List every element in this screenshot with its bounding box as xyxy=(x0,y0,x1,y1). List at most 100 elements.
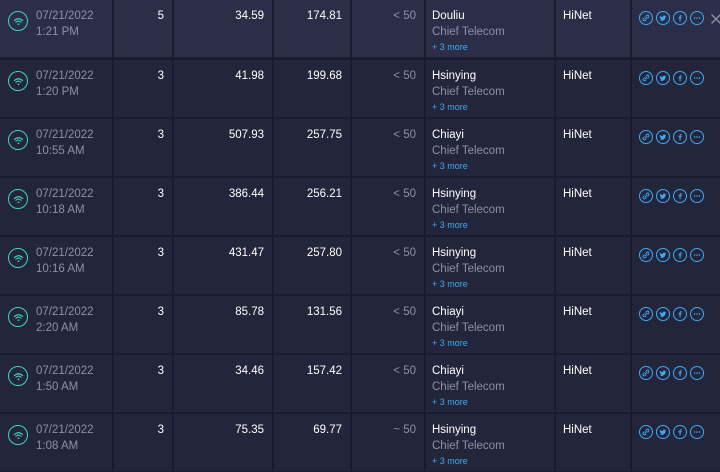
link-icon[interactable] xyxy=(639,189,653,203)
download-value: 386.44 xyxy=(228,188,264,200)
ping-cell: ~ 50 xyxy=(350,414,424,471)
connection-type-cell xyxy=(0,60,28,117)
isp-cell: HiNet xyxy=(554,296,630,353)
more-icon[interactable] xyxy=(690,189,704,203)
upload-cell: 257.75 xyxy=(272,119,350,176)
link-icon[interactable] xyxy=(639,248,653,262)
twitter-icon[interactable] xyxy=(656,130,670,144)
twitter-icon[interactable] xyxy=(656,366,670,380)
actions-cell xyxy=(630,355,720,412)
facebook-icon[interactable] xyxy=(673,130,687,144)
facebook-icon[interactable] xyxy=(673,189,687,203)
more-icon[interactable] xyxy=(690,130,704,144)
facebook-icon[interactable] xyxy=(673,425,687,439)
date-cell: 07/21/2022 1:21 PM xyxy=(28,0,112,57)
more-icon[interactable] xyxy=(690,71,704,85)
upload-cell: 69.77 xyxy=(272,414,350,471)
more-icon[interactable] xyxy=(690,425,704,439)
table-row[interactable]: 07/21/2022 1:20 PM 3 41.98 199.68 < 50 H… xyxy=(0,60,720,117)
isp-cell: HiNet xyxy=(554,178,630,235)
result-date: 07/21/2022 xyxy=(36,10,94,22)
facebook-icon[interactable] xyxy=(673,11,687,25)
table-row[interactable]: 07/21/2022 1:50 AM 3 34.46 157.42 < 50 C… xyxy=(0,355,720,412)
more-icon[interactable] xyxy=(690,366,704,380)
actions-cell xyxy=(630,0,720,57)
ping-cell: < 50 xyxy=(350,60,424,117)
more-servers-link[interactable]: + 3 more xyxy=(432,161,468,171)
connection-type-cell xyxy=(0,296,28,353)
twitter-icon[interactable] xyxy=(656,71,670,85)
result-time: 10:55 AM xyxy=(36,145,85,157)
wifi-icon xyxy=(8,248,28,268)
server-cell: Douliu Chief Telecom + 3 more xyxy=(424,0,554,57)
download-cell: 386.44 xyxy=(172,178,272,235)
connections-cell: 5 xyxy=(112,0,172,57)
results-table: 07/21/2022 1:21 PM 5 34.59 174.81 < 50 D… xyxy=(0,0,720,472)
more-servers-link[interactable]: + 3 more xyxy=(432,279,468,289)
more-servers-link[interactable]: + 3 more xyxy=(432,397,468,407)
upload-value: 256.21 xyxy=(306,188,342,200)
close-icon[interactable] xyxy=(710,12,720,24)
connections-value: 3 xyxy=(157,424,164,436)
facebook-icon[interactable] xyxy=(673,71,687,85)
date-cell: 07/21/2022 10:18 AM xyxy=(28,178,112,235)
upload-value: 257.75 xyxy=(306,129,342,141)
link-icon[interactable] xyxy=(639,130,653,144)
server-cell: Chiayi Chief Telecom + 3 more xyxy=(424,119,554,176)
facebook-icon[interactable] xyxy=(673,248,687,262)
upload-value: 174.81 xyxy=(306,10,342,22)
server-name: Hsinying xyxy=(432,247,477,259)
share-actions xyxy=(639,130,704,144)
more-servers-link[interactable]: + 3 more xyxy=(432,456,468,466)
twitter-icon[interactable] xyxy=(656,11,670,25)
table-row[interactable]: 07/21/2022 10:55 AM 3 507.93 257.75 < 50… xyxy=(0,119,720,176)
result-date: 07/21/2022 xyxy=(36,306,94,318)
isp-name: HiNet xyxy=(563,424,592,436)
connections-value: 3 xyxy=(157,247,164,259)
upload-value: 131.56 xyxy=(306,306,342,318)
link-icon[interactable] xyxy=(639,11,653,25)
link-icon[interactable] xyxy=(639,307,653,321)
actions-cell xyxy=(630,296,720,353)
twitter-icon[interactable] xyxy=(656,425,670,439)
isp-cell: HiNet xyxy=(554,355,630,412)
result-date: 07/21/2022 xyxy=(36,188,94,200)
table-row[interactable]: 07/21/2022 1:08 AM 3 75.35 69.77 ~ 50 Hs… xyxy=(0,414,720,471)
more-icon[interactable] xyxy=(690,307,704,321)
link-icon[interactable] xyxy=(639,71,653,85)
table-row[interactable]: 07/21/2022 2:20 AM 3 85.78 131.56 < 50 C… xyxy=(0,296,720,353)
share-actions xyxy=(639,189,704,203)
more-servers-link[interactable]: + 3 more xyxy=(432,220,468,230)
facebook-icon[interactable] xyxy=(673,366,687,380)
twitter-icon[interactable] xyxy=(656,189,670,203)
connections-cell: 3 xyxy=(112,119,172,176)
more-servers-link[interactable]: + 3 more xyxy=(432,102,468,112)
more-servers-link[interactable]: + 3 more xyxy=(432,42,468,52)
link-icon[interactable] xyxy=(639,425,653,439)
twitter-icon[interactable] xyxy=(656,248,670,262)
ping-value: < 50 xyxy=(393,188,416,200)
facebook-icon[interactable] xyxy=(673,307,687,321)
table-row[interactable]: 07/21/2022 10:18 AM 3 386.44 256.21 < 50… xyxy=(0,178,720,235)
more-icon[interactable] xyxy=(690,248,704,262)
wifi-icon xyxy=(8,425,28,445)
isp-cell: HiNet xyxy=(554,237,630,294)
share-actions xyxy=(639,307,704,321)
server-name: Chiayi xyxy=(432,365,464,377)
twitter-icon[interactable] xyxy=(656,307,670,321)
server-cell: Hsinying Chief Telecom + 3 more xyxy=(424,60,554,117)
table-row[interactable]: 07/21/2022 10:16 AM 3 431.47 257.80 < 50… xyxy=(0,237,720,294)
result-time: 10:18 AM xyxy=(36,204,85,216)
result-time: 1:50 AM xyxy=(36,381,79,393)
more-servers-link[interactable]: + 3 more xyxy=(432,338,468,348)
isp-cell: HiNet xyxy=(554,119,630,176)
upload-value: 69.77 xyxy=(313,424,342,436)
more-icon[interactable] xyxy=(690,11,704,25)
connections-value: 3 xyxy=(157,188,164,200)
connections-cell: 3 xyxy=(112,237,172,294)
result-date: 07/21/2022 xyxy=(36,247,94,259)
server-sponsor: Chief Telecom xyxy=(432,86,505,98)
link-icon[interactable] xyxy=(639,366,653,380)
ping-value: < 50 xyxy=(393,129,416,141)
table-row[interactable]: 07/21/2022 1:21 PM 5 34.59 174.81 < 50 D… xyxy=(0,0,720,57)
